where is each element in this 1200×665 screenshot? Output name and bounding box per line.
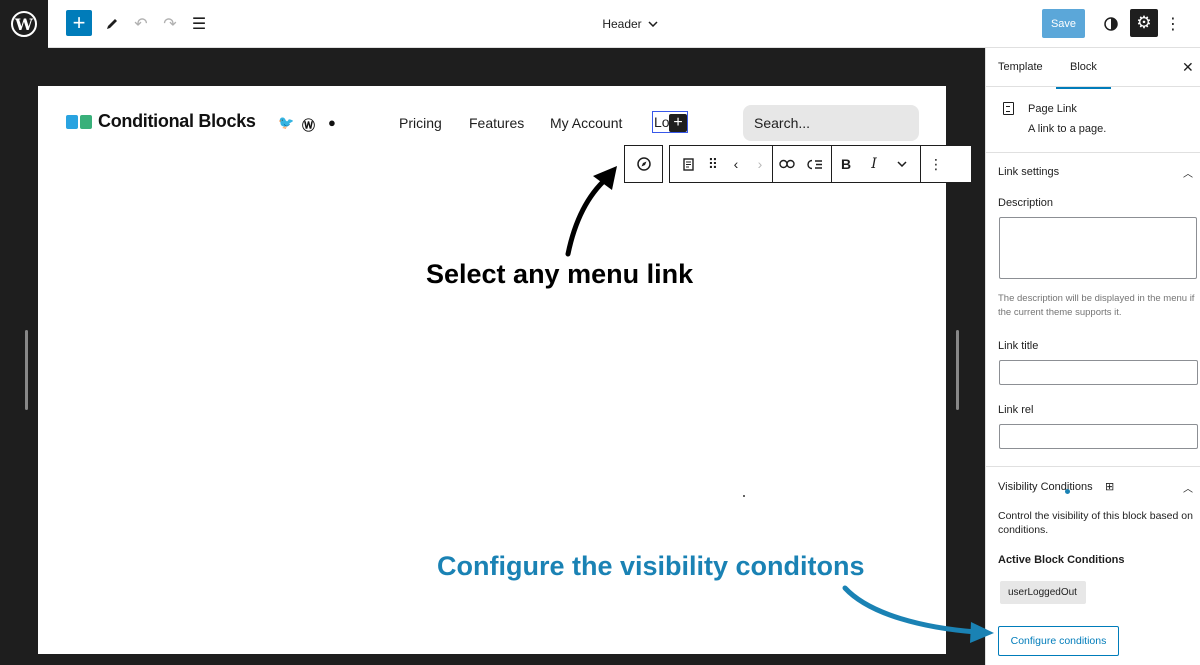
resize-handle-right[interactable] bbox=[956, 330, 959, 410]
navigation-parent-button[interactable] bbox=[624, 145, 663, 183]
description-help: The description will be displayed in the… bbox=[998, 293, 1195, 318]
drag-handle[interactable]: ⠿ bbox=[702, 146, 724, 182]
chevron-left-icon: ‹ bbox=[733, 156, 739, 172]
more-vertical-icon: ⋮ bbox=[929, 155, 943, 172]
list-view-button[interactable]: ☰ bbox=[185, 10, 213, 38]
settings-button[interactable]: ⚙ bbox=[1130, 9, 1158, 37]
styles-button[interactable] bbox=[1097, 10, 1125, 38]
link-rel-input[interactable] bbox=[999, 424, 1198, 449]
block-title: Page Link bbox=[1028, 103, 1077, 115]
panel-divider bbox=[986, 466, 1200, 467]
link-settings-heading[interactable]: Link settings bbox=[998, 166, 1059, 178]
gear-icon: ⚙ bbox=[1136, 13, 1152, 32]
chevron-down-icon bbox=[897, 161, 907, 167]
chevron-down-icon bbox=[648, 21, 658, 27]
condition-tag: userLoggedOut bbox=[1000, 581, 1086, 604]
github-icon[interactable]: ● bbox=[328, 115, 336, 130]
settings-sidebar: Template Block ✕ Page Link A link to a p… bbox=[985, 48, 1200, 665]
redo-button[interactable]: ↷ bbox=[156, 10, 184, 38]
move-right-button[interactable]: › bbox=[748, 146, 772, 182]
block-card: Page Link A link to a page. bbox=[986, 88, 1200, 153]
active-conditions-heading: Active Block Conditions bbox=[998, 554, 1125, 566]
close-icon[interactable]: ✕ bbox=[1182, 59, 1194, 76]
editor-header: W + ↶ ↷ ☰ Header Save ⚙ ⋮ bbox=[0, 0, 1200, 48]
link-button[interactable] bbox=[773, 146, 801, 182]
contrast-icon bbox=[1104, 17, 1118, 31]
undo-icon: ↶ bbox=[134, 16, 148, 33]
chevron-up-icon[interactable]: ︿ bbox=[1183, 480, 1193, 495]
select-hint-annotation: Select any menu link bbox=[426, 259, 694, 289]
sidebar-tabs: Template Block ✕ bbox=[986, 48, 1200, 89]
submenu-icon bbox=[807, 159, 822, 169]
visibility-description: Control the visibility of this block bas… bbox=[998, 510, 1193, 536]
search-input[interactable]: Search... bbox=[743, 105, 919, 141]
bold-button[interactable]: B bbox=[832, 146, 860, 182]
conditional-blocks-icon: ⊞ bbox=[1105, 481, 1115, 493]
configure-hint-annotation: Configure the visibility conditons bbox=[437, 551, 865, 581]
edit-tools-button[interactable] bbox=[98, 10, 126, 38]
move-left-button[interactable]: ‹ bbox=[724, 146, 748, 182]
description-label: Description bbox=[998, 197, 1054, 209]
link-title-input[interactable] bbox=[999, 360, 1198, 385]
nav-link-features[interactable]: Features bbox=[469, 115, 524, 131]
description-textarea[interactable] bbox=[999, 217, 1197, 279]
undo-button[interactable]: ↶ bbox=[127, 10, 155, 38]
link-title-label: Link title bbox=[998, 340, 1039, 352]
site-logo[interactable]: Conditional Blocks bbox=[66, 108, 256, 134]
nav-link-my-account[interactable]: My Account bbox=[550, 115, 622, 131]
twitter-icon[interactable]: 🐦 bbox=[278, 115, 294, 131]
save-button[interactable]: Save bbox=[1042, 9, 1085, 38]
conditional-blocks-logo-icon bbox=[66, 108, 92, 134]
wordpress-icon: W bbox=[11, 11, 37, 37]
block-toolbar: ⠿ ‹ › B I ⋮ bbox=[624, 145, 972, 183]
visibility-conditions-heading[interactable]: Visibility Conditions bbox=[998, 481, 1093, 493]
block-inserter-button[interactable]: + bbox=[669, 114, 687, 132]
redo-icon: ↷ bbox=[163, 16, 177, 33]
drag-icon: ⠿ bbox=[707, 155, 719, 172]
link-rel-label: Link rel bbox=[998, 404, 1034, 416]
chevron-right-icon: › bbox=[757, 156, 763, 172]
more-formatting-button[interactable] bbox=[888, 146, 916, 182]
options-button[interactable]: ⋮ bbox=[1159, 10, 1187, 38]
add-block-button[interactable]: + bbox=[66, 10, 92, 36]
configure-conditions-button[interactable]: Configure conditions bbox=[998, 626, 1119, 656]
nav-link-pricing[interactable]: Pricing bbox=[399, 115, 442, 131]
site-title: Conditional Blocks bbox=[98, 110, 256, 131]
bold-icon: B bbox=[840, 156, 852, 172]
block-options-button[interactable]: ⋮ bbox=[921, 146, 951, 182]
list-view-icon: ☰ bbox=[191, 16, 207, 33]
page-link-block-button[interactable] bbox=[674, 146, 702, 182]
wordpress-social-icon[interactable]: Ⓦ bbox=[302, 115, 315, 134]
stray-dot bbox=[743, 495, 745, 497]
link-icon bbox=[779, 159, 795, 169]
document-title: Header bbox=[602, 17, 642, 31]
page-icon bbox=[682, 157, 694, 171]
compass-icon bbox=[636, 157, 651, 171]
document-title-dropdown[interactable]: Header bbox=[560, 12, 700, 36]
cursor-indicator bbox=[1065, 489, 1070, 494]
page-icon bbox=[1003, 102, 1014, 115]
block-description: A link to a page. bbox=[1028, 123, 1107, 135]
resize-handle-left[interactable] bbox=[25, 330, 28, 410]
tab-template[interactable]: Template bbox=[998, 61, 1043, 73]
italic-icon: I bbox=[871, 156, 877, 172]
pencil-icon bbox=[107, 19, 117, 29]
add-submenu-button[interactable] bbox=[801, 146, 829, 182]
tab-block[interactable]: Block bbox=[1056, 61, 1111, 89]
more-vertical-icon: ⋮ bbox=[1165, 16, 1181, 33]
chevron-up-icon[interactable]: ︿ bbox=[1183, 165, 1193, 180]
italic-button[interactable]: I bbox=[860, 146, 888, 182]
wordpress-logo-button[interactable]: W bbox=[0, 0, 48, 48]
